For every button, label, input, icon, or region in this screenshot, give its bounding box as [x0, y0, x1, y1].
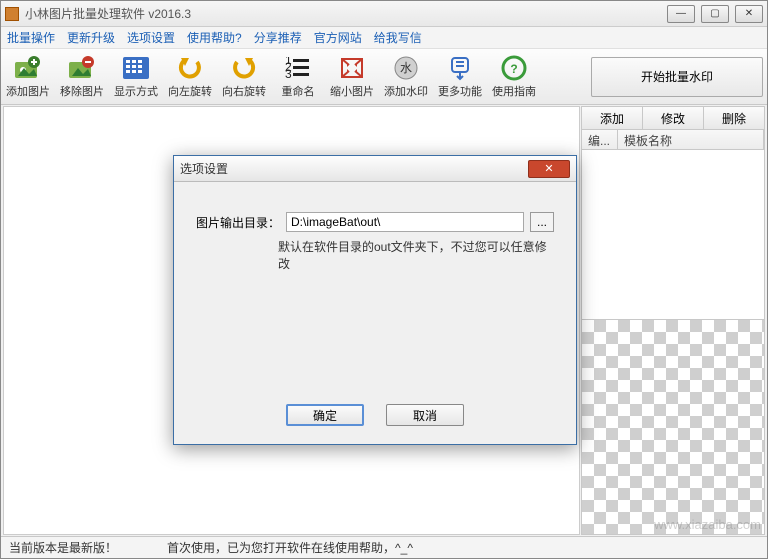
tool-label: 向右旋转 — [222, 83, 266, 99]
tool-display[interactable]: 显示方式 — [109, 51, 163, 103]
menu-item-help[interactable]: 使用帮助? — [187, 29, 242, 46]
menu-item-website[interactable]: 官方网站 — [314, 29, 362, 46]
main-window: 小林图片批量处理软件 v2016.3 — ▢ ✕ 批量操作 更新升级 选项设置 … — [0, 0, 768, 559]
rotate-right-icon — [230, 55, 258, 81]
browse-button[interactable]: ... — [530, 212, 554, 232]
titlebar: 小林图片批量处理软件 v2016.3 — ▢ ✕ — [1, 1, 767, 27]
col-name: 模板名称 — [618, 130, 764, 149]
start-watermark-button[interactable]: 开始批量水印 — [591, 57, 763, 97]
list-icon: 123 — [284, 55, 312, 81]
minimize-button[interactable]: — — [667, 5, 695, 23]
tool-shrink[interactable]: 缩小图片 — [325, 51, 379, 103]
menubar: 批量操作 更新升级 选项设置 使用帮助? 分享推荐 官方网站 给我写信 — [1, 27, 767, 49]
help-icon: ? — [500, 55, 528, 81]
grid-icon — [122, 55, 150, 81]
tool-remove-image[interactable]: 移除图片 — [55, 51, 109, 103]
menu-item-share[interactable]: 分享推荐 — [254, 29, 302, 46]
output-dir-input[interactable] — [286, 212, 524, 232]
maximize-button[interactable]: ▢ — [701, 5, 729, 23]
tool-rotate-left[interactable]: 向左旋转 — [163, 51, 217, 103]
tool-label: 添加水印 — [384, 83, 428, 99]
right-panel: 添加 修改 删除 编... 模板名称 — [581, 106, 765, 535]
menu-item-feedback[interactable]: 给我写信 — [374, 29, 422, 46]
tool-rename[interactable]: 123 重命名 — [271, 51, 325, 103]
shrink-icon — [338, 55, 366, 81]
tool-label: 更多功能 — [438, 83, 482, 99]
more-icon — [446, 55, 474, 81]
tool-label: 移除图片 — [60, 83, 104, 99]
tool-label: 使用指南 — [492, 83, 536, 99]
rotate-left-icon — [176, 55, 204, 81]
template-edit-button[interactable]: 修改 — [643, 107, 704, 129]
dialog-close-button[interactable]: ✕ — [528, 160, 570, 178]
col-id: 编... — [582, 130, 618, 149]
tool-guide[interactable]: ? 使用指南 — [487, 51, 541, 103]
menu-item-batch[interactable]: 批量操作 — [7, 29, 55, 46]
tool-add-image[interactable]: 添加图片 — [1, 51, 55, 103]
close-button[interactable]: ✕ — [735, 5, 763, 23]
water-icon: 水 — [392, 55, 420, 81]
output-dir-label: 图片输出目录： — [196, 214, 280, 231]
statusbar: 当前版本是最新版！ 首次使用，已为您打开软件在线使用帮助，^_^ — [1, 536, 767, 558]
tool-label: 显示方式 — [114, 83, 158, 99]
template-add-button[interactable]: 添加 — [582, 107, 643, 129]
svg-text:3: 3 — [285, 67, 292, 79]
dialog-titlebar: 选项设置 ✕ — [174, 156, 576, 182]
menu-item-options[interactable]: 选项设置 — [127, 29, 175, 46]
preview-area — [581, 320, 765, 535]
template-delete-button[interactable]: 删除 — [704, 107, 764, 129]
ok-button[interactable]: 确定 — [286, 404, 364, 426]
add-image-icon — [14, 55, 42, 81]
remove-image-icon — [68, 55, 96, 81]
tool-more[interactable]: 更多功能 — [433, 51, 487, 103]
dialog-title: 选项设置 — [180, 160, 528, 177]
tool-rotate-right[interactable]: 向右旋转 — [217, 51, 271, 103]
output-dir-note: 默认在软件目录的out文件夹下，不过您可以任意修改 — [278, 238, 554, 272]
svg-text:?: ? — [510, 62, 517, 76]
menu-item-update[interactable]: 更新升级 — [67, 29, 115, 46]
options-dialog: 选项设置 ✕ 图片输出目录： ... 默认在软件目录的out文件夹下，不过您可以… — [173, 155, 577, 445]
toolbar: 添加图片 移除图片 显示方式 向左旋转 向右旋转 — [1, 49, 767, 105]
tool-label: 缩小图片 — [330, 83, 374, 99]
template-list-header: 编... 模板名称 — [581, 130, 765, 150]
tool-label: 添加图片 — [6, 83, 50, 99]
template-list[interactable] — [581, 150, 765, 320]
tool-label: 重命名 — [282, 83, 315, 99]
svg-text:水: 水 — [400, 61, 412, 75]
tool-watermark[interactable]: 水 添加水印 — [379, 51, 433, 103]
window-title: 小林图片批量处理软件 v2016.3 — [25, 5, 667, 22]
app-icon — [5, 7, 19, 21]
status-version: 当前版本是最新版！ — [9, 539, 117, 556]
tool-label: 向左旋转 — [168, 83, 212, 99]
cancel-button[interactable]: 取消 — [386, 404, 464, 426]
status-message: 首次使用，已为您打开软件在线使用帮助，^_^ — [167, 539, 413, 556]
